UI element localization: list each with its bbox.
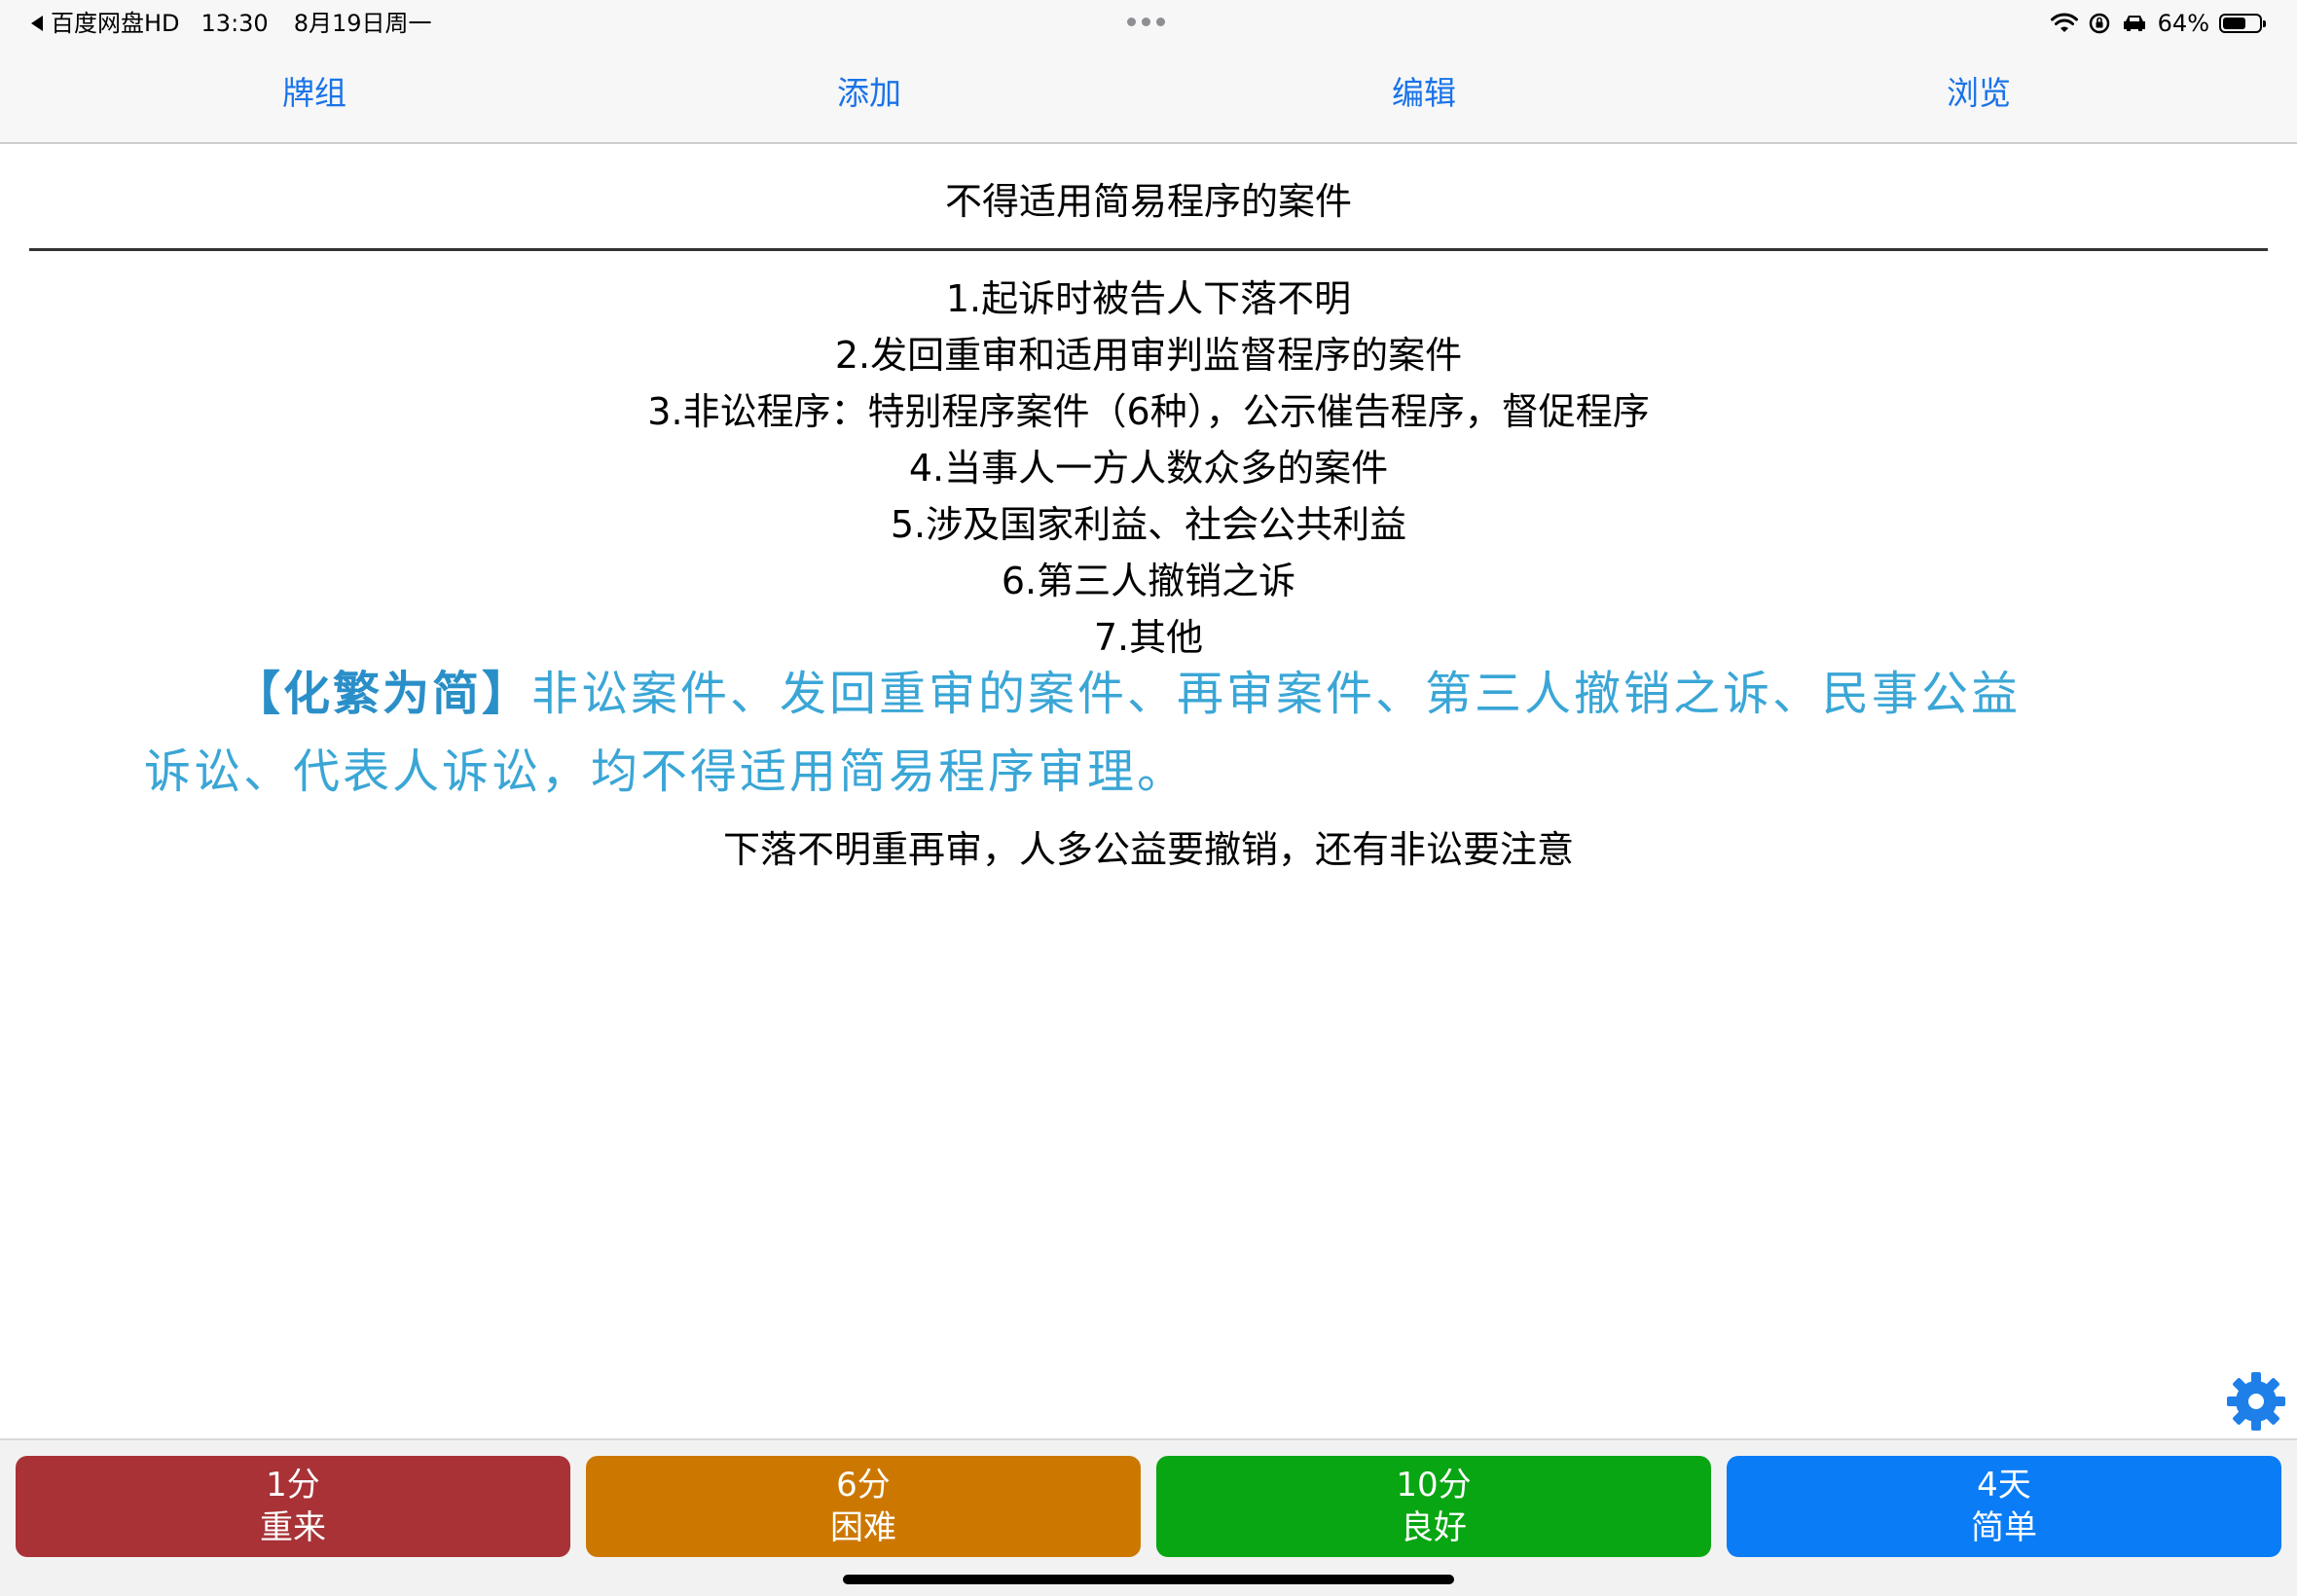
mnemonic-summary: 下落不明重再审，人多公益要撤销，还有非讼要注意 (722, 828, 1574, 871)
mnemonic-text-1: 非讼案件、发回重审的案件、再审案件、第三人撤销之诉、民事公益 (531, 667, 2022, 721)
answer-item: 2.发回重审和适用审判监督程序的案件 (834, 334, 1463, 377)
back-triangle-icon[interactable] (31, 16, 43, 31)
answer-item: 1.起诉时被告人下落不明 (945, 277, 1352, 320)
battery-fill (2223, 18, 2245, 29)
again-label: 重来 (260, 1508, 326, 1547)
mnemonic-tag: 【化繁为简】 (234, 667, 532, 721)
mnemonic-image: 【化繁为简】非讼案件、发回重审的案件、再审案件、第三人撤销之诉、民事公益 诉讼、… (117, 660, 2180, 806)
battery-icon (2219, 14, 2266, 33)
status-left[interactable]: 百度网盘HD 13:30 8月19日周一 (31, 8, 432, 39)
status-date: 8月19日周一 (293, 10, 432, 37)
hard-label: 困难 (830, 1508, 896, 1547)
wifi-icon (2050, 13, 2078, 32)
status-right: 64% (2050, 8, 2268, 39)
answer-list: 1.起诉时被告人下落不明 2.发回重审和适用审判监督程序的案件 3.非讼程序：特… (0, 271, 2297, 666)
nav-decks[interactable]: 牌组 (168, 72, 460, 115)
question-answer-divider (29, 248, 2268, 251)
good-button[interactable]: 10分 良好 (1156, 1456, 1711, 1557)
card-view: 不得适用简易程序的案件 1.起诉时被告人下落不明 2.发回重审和适用审判监督程序… (0, 144, 2297, 1438)
nav-edit[interactable]: 编辑 (1278, 72, 1570, 115)
mnemonic-line-1: 【化繁为简】非讼案件、发回重审的案件、再审案件、第三人撤销之诉、民事公益 (234, 660, 2021, 728)
battery-percentage: 64% (2157, 10, 2209, 37)
answer-item: 6.第三人撤销之诉 (1001, 560, 1296, 602)
back-app-label[interactable]: 百度网盘HD (51, 8, 180, 39)
easy-interval: 4天 (1977, 1466, 2031, 1505)
answer-item: 7.其他 (1093, 616, 1204, 659)
car-icon (2123, 16, 2145, 31)
multitasking-dots-icon[interactable] (1127, 18, 1165, 26)
status-time: 13:30 (201, 10, 269, 37)
good-interval: 10分 (1396, 1466, 1472, 1505)
answer-item: 4.当事人一方人数众多的案件 (908, 447, 1389, 490)
mnemonic-text-2: 诉讼、代表人诉讼，均不得适用简易程序审理。 (144, 744, 1187, 799)
hard-button[interactable]: 6分 困难 (586, 1456, 1141, 1557)
card-question: 不得适用简易程序的案件 (944, 180, 1352, 223)
nav-add[interactable]: 添加 (723, 72, 1015, 115)
orientation-lock-icon (2089, 13, 2109, 34)
easy-label: 简单 (1971, 1508, 2037, 1547)
home-indicator[interactable] (843, 1575, 1454, 1584)
answer-item: 3.非讼程序：特别程序案件（6种），公示催告程序，督促程序 (647, 390, 1650, 433)
good-label: 良好 (1401, 1508, 1467, 1547)
status-bar: 百度网盘HD 13:30 8月19日周一 64% (0, 0, 2297, 47)
nav-browse[interactable]: 浏览 (1833, 72, 2125, 115)
easy-button[interactable]: 4天 简单 (1727, 1456, 2281, 1557)
answer-item: 5.涉及国家利益、社会公共利益 (890, 503, 1407, 546)
again-button[interactable]: 1分 重来 (16, 1456, 570, 1557)
answer-button-bar: 1分 重来 6分 困难 10分 良好 4天 简单 (0, 1438, 2297, 1596)
top-nav-bar: 牌组 添加 编辑 浏览 (0, 47, 2297, 144)
hard-interval: 6分 (836, 1466, 891, 1505)
gear-icon[interactable] (2225, 1370, 2287, 1433)
again-interval: 1分 (266, 1466, 320, 1505)
